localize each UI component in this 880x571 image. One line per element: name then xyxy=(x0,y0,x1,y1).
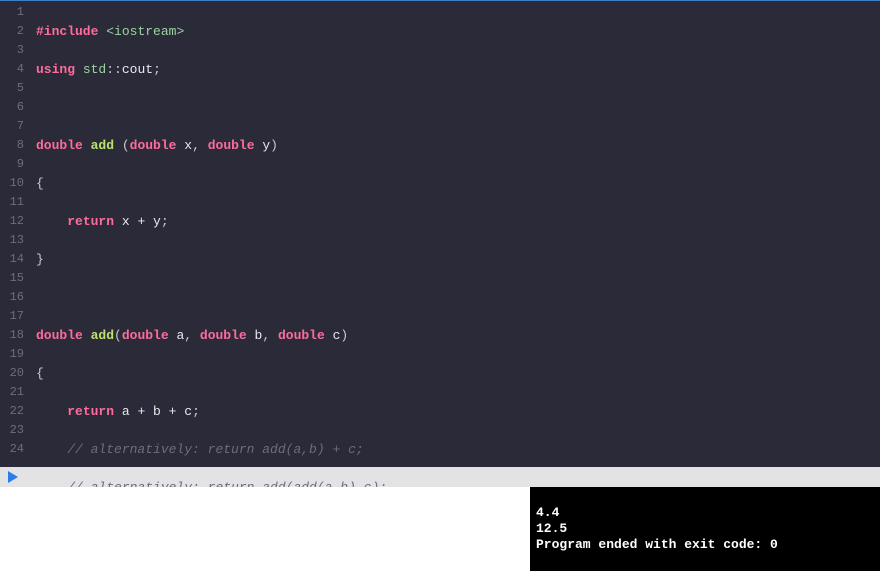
line-number: 10 xyxy=(4,174,24,193)
code-line[interactable]: double add (double x, double y) xyxy=(36,136,512,155)
line-number: 17 xyxy=(4,307,24,326)
line-number: 16 xyxy=(4,288,24,307)
code-line[interactable]: } xyxy=(36,250,512,269)
line-number: 5 xyxy=(4,79,24,98)
code-area[interactable]: #include <iostream> using std::cout; dou… xyxy=(32,1,512,467)
line-number: 23 xyxy=(4,421,24,440)
console-line: 4.4 xyxy=(536,505,559,520)
code-line[interactable]: return x + y; xyxy=(36,212,512,231)
line-number: 11 xyxy=(4,193,24,212)
line-number: 14 xyxy=(4,250,24,269)
console-line: Program ended with exit code: 0 xyxy=(536,537,778,552)
line-number: 2 xyxy=(4,22,24,41)
code-line[interactable] xyxy=(36,288,512,307)
continue-icon[interactable] xyxy=(8,471,22,483)
line-number-gutter: 1 2 3 4 5 6 7 8 9 10 11 12 13 14 15 16 1… xyxy=(0,1,32,467)
code-line[interactable]: { xyxy=(36,364,512,383)
line-number: 6 xyxy=(4,98,24,117)
code-line[interactable]: using std::cout; xyxy=(36,60,512,79)
line-number: 15 xyxy=(4,269,24,288)
line-number: 4 xyxy=(4,60,24,79)
line-number: 1 xyxy=(4,3,24,22)
line-number: 3 xyxy=(4,41,24,60)
code-line[interactable]: double add(double a, double b, double c) xyxy=(36,326,512,345)
code-line[interactable]: // alternatively: return add(a,b) + c; xyxy=(36,440,512,459)
code-line[interactable] xyxy=(36,98,512,117)
output-console[interactable]: 4.4 12.5 Program ended with exit code: 0 xyxy=(530,487,880,571)
code-editor[interactable]: 1 2 3 4 5 6 7 8 9 10 11 12 13 14 15 16 1… xyxy=(0,0,880,467)
line-number: 7 xyxy=(4,117,24,136)
variables-pane[interactable] xyxy=(0,487,530,571)
line-number: 21 xyxy=(4,383,24,402)
line-number: 8 xyxy=(4,136,24,155)
line-number: 13 xyxy=(4,231,24,250)
code-line[interactable]: #include <iostream> xyxy=(36,22,512,41)
line-number: 19 xyxy=(4,345,24,364)
line-number: 24 xyxy=(4,440,24,459)
line-number: 18 xyxy=(4,326,24,345)
line-number: 20 xyxy=(4,364,24,383)
line-number: 9 xyxy=(4,155,24,174)
line-number: 22 xyxy=(4,402,24,421)
bottom-panel: 4.4 12.5 Program ended with exit code: 0 xyxy=(0,487,880,571)
line-number: 12 xyxy=(4,212,24,231)
code-line[interactable]: return a + b + c; xyxy=(36,402,512,421)
code-line[interactable]: { xyxy=(36,174,512,193)
console-line: 12.5 xyxy=(536,521,567,536)
